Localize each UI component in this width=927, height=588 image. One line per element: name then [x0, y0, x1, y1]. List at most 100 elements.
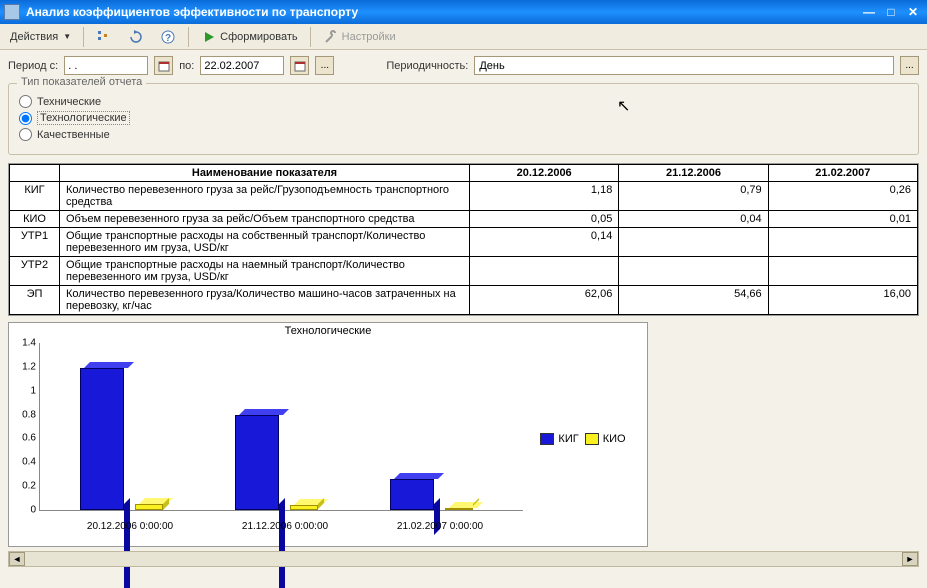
date-to-input[interactable] [200, 56, 284, 75]
cell-value [470, 257, 619, 286]
table-row: ЭПКоличество перевезенного груза/Количес… [10, 286, 918, 315]
wrench-icon [323, 29, 339, 45]
content-area: ↖ Период с: по: ... Периодичность: День … [0, 50, 927, 588]
refresh-icon [128, 29, 144, 45]
calendar-icon [294, 60, 306, 72]
data-table: Наименование показателя20.12.200621.12.2… [9, 164, 918, 315]
legend-label: КИГ [558, 433, 578, 445]
horizontal-scrollbar[interactable]: ◄ ► [8, 551, 919, 567]
cell-value: 1,18 [470, 182, 619, 211]
separator [83, 27, 84, 47]
period-to-label: по: [179, 60, 194, 72]
maximize-button[interactable]: □ [881, 3, 901, 21]
toolbar: Действия ▼ ? Сформировать Настройки [0, 24, 927, 50]
y-tick: 1.2 [14, 361, 36, 372]
y-tick: 1 [14, 385, 36, 396]
cell-value: 0,05 [470, 211, 619, 228]
indicator-type-group: Тип показателей отчета ТехническиеТехнол… [8, 83, 919, 155]
period-from-label: Период с: [8, 60, 58, 72]
period-picker-button[interactable]: ... [315, 56, 334, 75]
svg-text:?: ? [165, 33, 171, 44]
periodicity-picker-button[interactable]: ... [900, 56, 919, 75]
x-tick: 21.02.2007 0:00:00 [370, 521, 510, 532]
table-row: КИГКоличество перевезенного груза за рей… [10, 182, 918, 211]
cell-value: 16,00 [768, 286, 917, 315]
periodicity-field[interactable]: День [474, 56, 894, 75]
chart-legend: КИГ КИО [527, 339, 647, 539]
radio-input[interactable] [19, 95, 32, 108]
tree-icon [96, 29, 112, 45]
execute-button[interactable]: Сформировать [195, 27, 304, 47]
row-code: УТР2 [10, 257, 60, 286]
y-tick: 0 [14, 505, 36, 516]
y-tick: 0.2 [14, 481, 36, 492]
chevron-down-icon: ▼ [63, 32, 71, 41]
radio-option[interactable]: Качественные [19, 128, 908, 141]
radio-option[interactable]: Технические [19, 95, 908, 108]
cell-value: 0,26 [768, 182, 917, 211]
row-name: Количество перевезенного груза/Количеств… [60, 286, 470, 315]
calendar-from-button[interactable] [154, 56, 173, 75]
chart-title: Технологические [9, 323, 647, 339]
y-tick: 0.8 [14, 409, 36, 420]
radio-input[interactable] [19, 128, 32, 141]
scroll-left-button[interactable]: ◄ [9, 552, 25, 566]
table-row: КИООбъем перевезенного груза за рейс/Объ… [10, 211, 918, 228]
date-from-input[interactable] [64, 56, 148, 75]
y-tick: 0.6 [14, 433, 36, 444]
radio-label: Качественные [37, 129, 110, 141]
cell-value: 62,06 [470, 286, 619, 315]
separator [188, 27, 189, 47]
scroll-right-button[interactable]: ► [902, 552, 918, 566]
cell-value [619, 257, 768, 286]
actions-menu[interactable]: Действия ▼ [4, 29, 77, 45]
titlebar: Анализ коэффициентов эффективности по тр… [0, 0, 927, 24]
tool-btn-2[interactable] [122, 27, 150, 47]
table-row: УТР2Общие транспортные расходы на наемны… [10, 257, 918, 286]
column-header: 21.02.2007 [768, 165, 917, 182]
radio-option[interactable]: Технологические [19, 111, 908, 125]
settings-button[interactable]: Настройки [317, 27, 402, 47]
cell-value [768, 257, 917, 286]
chart-plot: 00.20.40.60.811.21.420.12.2006 0:00:0021… [9, 339, 527, 539]
column-header: 20.12.2006 [470, 165, 619, 182]
radio-label: Технологические [37, 111, 130, 125]
legend-swatch [540, 433, 554, 445]
period-row: Период с: по: ... Периодичность: День ..… [8, 56, 919, 75]
radio-input[interactable] [19, 112, 32, 125]
calendar-to-button[interactable] [290, 56, 309, 75]
app-icon [4, 4, 20, 20]
table-row: УТР1Общие транспортные расходы на собств… [10, 228, 918, 257]
row-code: ЭП [10, 286, 60, 315]
close-button[interactable]: ✕ [903, 3, 923, 21]
execute-label: Сформировать [220, 31, 298, 43]
actions-label: Действия [10, 31, 58, 43]
cell-value [768, 228, 917, 257]
tool-btn-1[interactable] [90, 27, 118, 47]
x-tick: 21.12.2006 0:00:00 [215, 521, 355, 532]
y-tick: 1.4 [14, 338, 36, 349]
legend-item: КИГ [540, 433, 578, 445]
data-table-wrap: Наименование показателя20.12.200621.12.2… [8, 163, 919, 316]
settings-label: Настройки [342, 31, 396, 43]
cell-value [619, 228, 768, 257]
group-legend: Тип показателей отчета [17, 76, 146, 88]
help-button[interactable]: ? [154, 27, 182, 47]
legend-label: КИО [603, 433, 626, 445]
legend-item: КИО [585, 433, 626, 445]
column-header: 21.12.2006 [619, 165, 768, 182]
radio-label: Технические [37, 96, 101, 108]
help-icon: ? [160, 29, 176, 45]
cell-value: 0,01 [768, 211, 917, 228]
row-code: УТР1 [10, 228, 60, 257]
row-name: Количество перевезенного груза за рейс/Г… [60, 182, 470, 211]
cell-value: 54,66 [619, 286, 768, 315]
window-title: Анализ коэффициентов эффективности по тр… [26, 5, 859, 19]
separator [310, 27, 311, 47]
row-name: Общие транспортные расходы на наемный тр… [60, 257, 470, 286]
column-header: Наименование показателя [60, 165, 470, 182]
row-name: Общие транспортные расходы на собственны… [60, 228, 470, 257]
cell-value: 0,04 [619, 211, 768, 228]
periodicity-value: День [479, 60, 504, 72]
minimize-button[interactable]: — [859, 3, 879, 21]
